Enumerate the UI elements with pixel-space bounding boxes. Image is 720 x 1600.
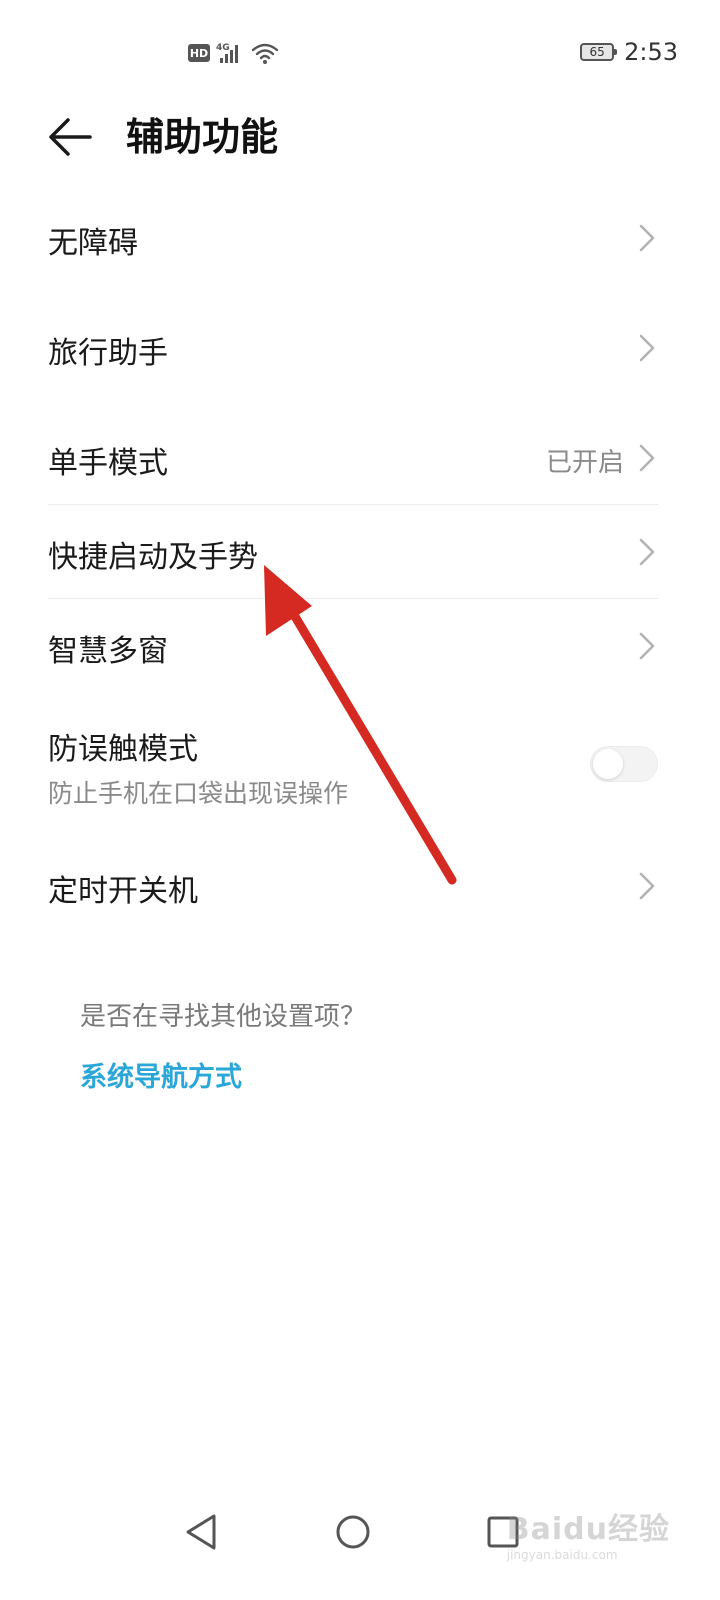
chevron-right-icon [639, 224, 655, 252]
clock: 2:53 [624, 38, 678, 66]
hint-section: 是否在寻找其他设置项？ 系统导航方式 [80, 996, 366, 1094]
settings-item-pocket-mode: 防误触模式 防止手机在口袋出现误操作 [48, 716, 658, 816]
divider [48, 504, 658, 505]
network-type-label: 4G [216, 43, 230, 53]
watermark-main-text: Baidu经验 [506, 1512, 670, 1547]
settings-item-label: 定时开关机 [48, 874, 198, 909]
status-icons-right: 65 2:53 [580, 36, 678, 68]
settings-item-accessibility[interactable]: 无障碍 [48, 206, 658, 270]
settings-item-smart-multi-window[interactable]: 智慧多窗 [48, 614, 658, 678]
app-header: 辅助功能 [0, 100, 720, 176]
status-icons-left: HD 4G [188, 40, 280, 66]
settings-item-subtitle: 防止手机在口袋出现误操作 [48, 779, 349, 808]
wifi-icon [251, 43, 279, 64]
toggle-knob [593, 749, 623, 779]
divider [48, 598, 658, 599]
settings-item-label: 智慧多窗 [48, 634, 168, 669]
settings-item-label: 防误触模式 [48, 732, 198, 767]
signal-icon: 4G [216, 43, 238, 63]
back-arrow-icon [49, 118, 92, 156]
battery-icon: 65 [580, 43, 618, 61]
chevron-right-icon [639, 872, 655, 900]
settings-item-travel-assistant[interactable]: 旅行助手 [48, 316, 658, 380]
chevron-right-icon [639, 632, 655, 660]
settings-item-shortcuts-gestures[interactable]: 快捷启动及手势 [48, 520, 658, 584]
back-button[interactable] [40, 112, 100, 162]
chevron-right-icon [639, 538, 655, 566]
page-title: 辅助功能 [126, 115, 279, 159]
battery-level: 65 [589, 45, 605, 59]
settings-item-label: 快捷启动及手势 [48, 540, 258, 575]
settings-item-one-hand-mode[interactable]: 单手模式 已开启 [48, 426, 658, 490]
watermark-sub-text: jingyan.baidu.com [506, 1548, 618, 1562]
chevron-right-icon [639, 334, 655, 362]
nav-home-icon[interactable] [331, 1510, 375, 1554]
settings-item-value: 已开启 [545, 448, 624, 478]
nav-back-icon[interactable] [180, 1510, 224, 1554]
settings-item-scheduled-power[interactable]: 定时开关机 [48, 854, 658, 918]
settings-item-label: 旅行助手 [48, 336, 168, 371]
chevron-right-icon [639, 444, 655, 472]
system-navigation-link[interactable]: 系统导航方式 [80, 1055, 366, 1094]
baidu-watermark-logo: Baidu经验 jingyan.baidu.com [507, 1504, 670, 1562]
pocket-mode-toggle[interactable] [590, 746, 658, 782]
settings-item-label: 单手模式 [48, 446, 168, 481]
hint-question: 是否在寻找其他设置项？ [80, 1002, 367, 1032]
settings-item-label: 无障碍 [48, 226, 138, 261]
status-bar: HD 4G 65 2:53 [0, 0, 720, 100]
screen: HD 4G 65 2:53 辅助功能 无障碍 旅行助手 单手模式 已开启 快捷启… [0, 0, 720, 1600]
hd-icon: HD [188, 44, 210, 62]
